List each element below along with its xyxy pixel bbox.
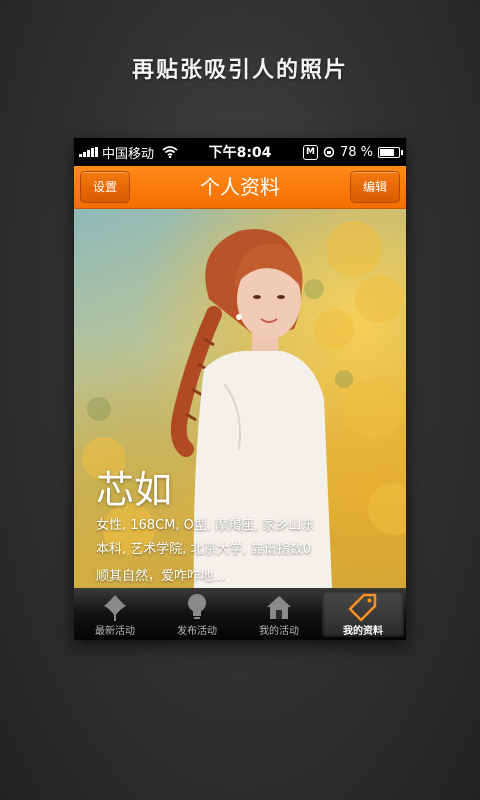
profile-details-line2: 本科, 艺术学院, 北京大学, 靠谱指数0: [96, 542, 312, 557]
profile-photo: 芯如 女性, 168CM, O型, 摩羯座, 家乡山东 本科, 艺术学院, 北京…: [74, 209, 406, 588]
settings-button[interactable]: 设置: [80, 171, 131, 203]
battery-percent: 78 %: [339, 144, 373, 160]
profile-details-line1: 女性, 168CM, O型, 摩羯座, 家乡山东: [96, 518, 315, 533]
edit-button[interactable]: 编辑: [349, 171, 400, 203]
tag-icon: [348, 593, 377, 622]
battery-level: [380, 148, 395, 156]
tab-latest-activities[interactable]: 最新活动: [74, 588, 156, 640]
tab-label: 最新活动: [95, 626, 135, 637]
profile-name: 芯如: [96, 468, 173, 512]
tab-label: 我的活动: [259, 626, 299, 637]
battery-icon: [378, 146, 403, 158]
status-bar: 中国移动 下午8:04 M 78 %: [74, 138, 406, 166]
profile-bio: 顺其自然，爱咋咋地...: [96, 569, 226, 584]
home-icon: [267, 596, 291, 619]
tab-my-profile[interactable]: 我的资料: [322, 591, 404, 637]
tab-label: 发布活动: [177, 626, 217, 637]
lightbulb-icon: [188, 594, 206, 619]
rotation-lock-icon: [323, 146, 335, 158]
tab-my-activities[interactable]: 我的活动: [238, 588, 320, 640]
phone-screen: 中国移动 下午8:04 M 78 % 个人资料 设置 编辑 芯如 女性, 168…: [74, 138, 406, 640]
nav-bar: 个人资料 设置 编辑: [74, 166, 406, 209]
m-badge-icon: M: [302, 144, 318, 160]
leaf-icon: [104, 595, 126, 621]
promo-title: 再贴张吸引人的照片: [131, 58, 348, 83]
tab-post-activity[interactable]: 发布活动: [156, 588, 238, 640]
tab-bar: 最新活动 发布活动 我的活动 我的资料: [74, 588, 406, 640]
tab-label: 我的资料: [343, 626, 383, 637]
